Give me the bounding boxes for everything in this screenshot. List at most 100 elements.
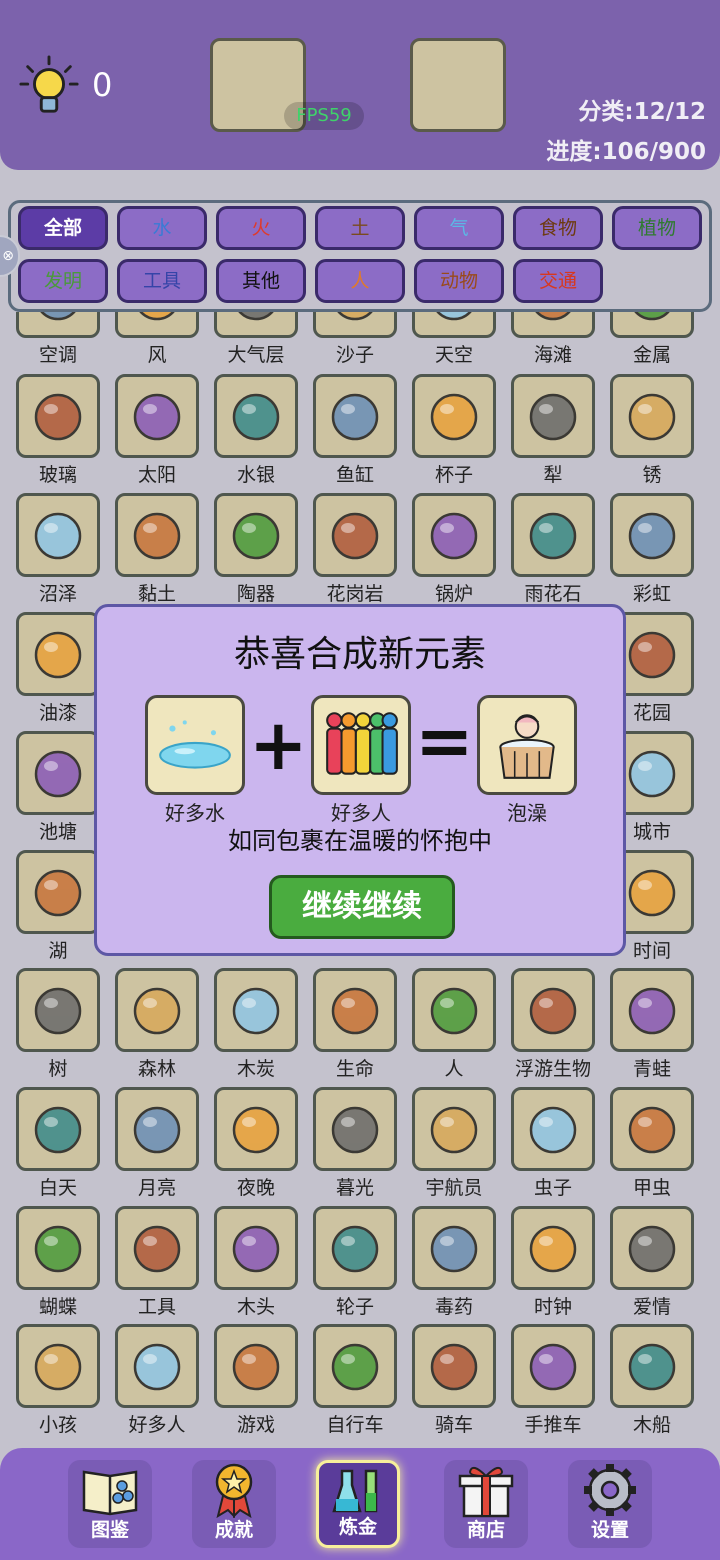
element-tile-art[interactable] — [214, 1324, 298, 1408]
element-tile[interactable]: 宇航员 — [412, 1087, 510, 1205]
element-tile-art[interactable] — [412, 1206, 496, 1290]
element-tile-art[interactable] — [412, 1087, 496, 1171]
element-tile-art[interactable] — [511, 968, 595, 1052]
filter-tab-3[interactable]: 土 — [315, 206, 405, 250]
element-tile-art[interactable] — [412, 374, 496, 458]
element-tile-art[interactable] — [511, 493, 595, 577]
element-tile-art[interactable] — [511, 374, 595, 458]
element-tile-art[interactable] — [16, 493, 100, 577]
element-tile[interactable]: 沼泽 — [16, 493, 114, 611]
element-tile-art[interactable] — [412, 493, 496, 577]
element-tile[interactable]: 木头 — [214, 1206, 312, 1324]
element-tile-art[interactable] — [214, 1206, 298, 1290]
element-tile[interactable]: 工具 — [115, 1206, 213, 1324]
element-tile-art[interactable] — [115, 1087, 199, 1171]
filter-tab-10[interactable]: 人 — [315, 259, 405, 303]
element-tile[interactable]: 锅炉 — [412, 493, 510, 611]
filter-tab-5[interactable]: 食物 — [513, 206, 603, 250]
element-tile[interactable]: 花岗岩 — [313, 493, 411, 611]
element-tile[interactable]: 森林 — [115, 968, 213, 1086]
element-tile[interactable]: 白天 — [16, 1087, 114, 1205]
element-tile[interactable]: 水银 — [214, 374, 312, 492]
element-tile[interactable]: 彩虹 — [610, 493, 708, 611]
element-tile-art[interactable] — [214, 493, 298, 577]
element-tile[interactable]: 时钟 — [511, 1206, 609, 1324]
element-tile[interactable]: 木炭 — [214, 968, 312, 1086]
element-tile-art[interactable] — [16, 1206, 100, 1290]
element-tile[interactable]: 太阳 — [115, 374, 213, 492]
element-tile-art[interactable] — [115, 1206, 199, 1290]
filter-tab-11[interactable]: 动物 — [414, 259, 504, 303]
element-tile-art[interactable] — [313, 1087, 397, 1171]
nav-item-achievements[interactable]: 成就 — [192, 1460, 276, 1548]
element-tile[interactable]: 手推车 — [511, 1324, 609, 1442]
element-tile-art[interactable] — [610, 1206, 694, 1290]
element-tile[interactable]: 小孩 — [16, 1324, 114, 1442]
element-tile-art[interactable] — [610, 1324, 694, 1408]
lightbulb-icon[interactable] — [18, 55, 80, 117]
element-tile-art[interactable] — [412, 968, 496, 1052]
nav-item-settings[interactable]: 设置 — [568, 1460, 652, 1548]
element-tile[interactable]: 杯子 — [412, 374, 510, 492]
nav-item-shop[interactable]: 商店 — [444, 1460, 528, 1548]
element-tile[interactable]: 夜晚 — [214, 1087, 312, 1205]
element-tile-art[interactable] — [115, 374, 199, 458]
element-tile-art[interactable] — [610, 374, 694, 458]
element-tile-art[interactable] — [214, 374, 298, 458]
element-tile-art[interactable] — [214, 968, 298, 1052]
element-tile[interactable]: 雨花石 — [511, 493, 609, 611]
element-tile[interactable]: 鱼缸 — [313, 374, 411, 492]
element-tile[interactable]: 骑车 — [412, 1324, 510, 1442]
element-tile[interactable]: 锈 — [610, 374, 708, 492]
element-tile[interactable]: 虫子 — [511, 1087, 609, 1205]
element-tile-art[interactable] — [115, 968, 199, 1052]
filter-tab-4[interactable]: 气 — [414, 206, 504, 250]
element-tile-art[interactable] — [511, 1087, 595, 1171]
element-tile-art[interactable] — [412, 1324, 496, 1408]
element-tile-art[interactable] — [16, 731, 100, 815]
element-tile[interactable]: 玻璃 — [16, 374, 114, 492]
element-tile[interactable]: 浮游生物 — [511, 968, 609, 1086]
element-tile-art[interactable] — [313, 1324, 397, 1408]
element-tile-art[interactable] — [610, 1087, 694, 1171]
element-tile-art[interactable] — [16, 1324, 100, 1408]
element-tile-art[interactable] — [16, 1087, 100, 1171]
element-tile[interactable]: 犁 — [511, 374, 609, 492]
element-tile-art[interactable] — [313, 493, 397, 577]
element-tile[interactable]: 黏土 — [115, 493, 213, 611]
filter-tab-6[interactable]: 植物 — [612, 206, 702, 250]
filter-tab-1[interactable]: 水 — [117, 206, 207, 250]
continue-button[interactable]: 继续继续 — [269, 875, 455, 939]
element-tile-art[interactable] — [610, 493, 694, 577]
element-tile-art[interactable] — [313, 968, 397, 1052]
nav-item-codex[interactable]: 图鉴 — [68, 1460, 152, 1548]
element-tile[interactable]: 生命 — [313, 968, 411, 1086]
element-tile[interactable]: 轮子 — [313, 1206, 411, 1324]
element-tile[interactable]: 树 — [16, 968, 114, 1086]
element-tile-art[interactable] — [610, 968, 694, 1052]
element-tile[interactable]: 人 — [412, 968, 510, 1086]
element-tile-art[interactable] — [115, 493, 199, 577]
element-tile-art[interactable] — [16, 612, 100, 696]
element-tile[interactable]: 木船 — [610, 1324, 708, 1442]
element-tile[interactable]: 暮光 — [313, 1087, 411, 1205]
filter-tab-7[interactable]: 发明 — [18, 259, 108, 303]
element-tile-art[interactable] — [16, 968, 100, 1052]
combine-slot-right[interactable] — [410, 38, 506, 132]
element-tile[interactable]: 毒药 — [412, 1206, 510, 1324]
element-tile-art[interactable] — [16, 850, 100, 934]
element-tile[interactable]: 爱情 — [610, 1206, 708, 1324]
element-tile[interactable]: 蝴蝶 — [16, 1206, 114, 1324]
filter-tab-9[interactable]: 其他 — [216, 259, 306, 303]
element-tile[interactable]: 陶器 — [214, 493, 312, 611]
filter-tab-0[interactable]: 全部 — [18, 206, 108, 250]
filter-tab-8[interactable]: 工具 — [117, 259, 207, 303]
element-tile-art[interactable] — [313, 1206, 397, 1290]
element-tile[interactable]: 月亮 — [115, 1087, 213, 1205]
element-tile-art[interactable] — [214, 1087, 298, 1171]
element-tile-art[interactable] — [511, 1324, 595, 1408]
element-tile[interactable]: 甲虫 — [610, 1087, 708, 1205]
element-tile-art[interactable] — [313, 374, 397, 458]
filter-tab-2[interactable]: 火 — [216, 206, 306, 250]
nav-item-alchemy[interactable]: 炼金 — [316, 1460, 400, 1548]
